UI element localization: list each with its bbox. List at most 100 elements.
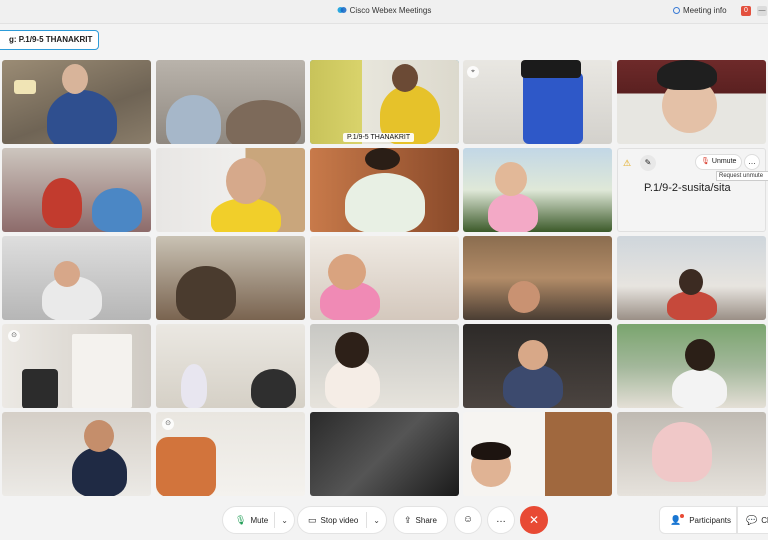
mute-label: Mute xyxy=(250,515,269,525)
video-tile[interactable] xyxy=(156,324,305,408)
participant-figure xyxy=(166,95,221,144)
chevron-down-icon[interactable]: ⌄ xyxy=(367,516,386,525)
participant-figure xyxy=(652,422,712,482)
participant-head xyxy=(226,158,266,204)
chair xyxy=(156,437,216,496)
participant-head xyxy=(495,162,527,196)
participant-head xyxy=(508,281,540,313)
video-tile[interactable] xyxy=(617,60,766,144)
participant-figure xyxy=(226,100,301,144)
share-button[interactable]: ⇪ Share xyxy=(393,506,448,534)
participant-figure xyxy=(181,364,207,408)
video-tile[interactable] xyxy=(617,324,766,408)
video-tile[interactable] xyxy=(617,412,766,496)
participant-figure xyxy=(345,173,425,232)
webex-logo-icon xyxy=(337,7,347,13)
participant-head xyxy=(84,420,114,452)
request-unmute-tooltip: Request unmute xyxy=(716,171,768,181)
participant-head xyxy=(54,261,80,287)
participant-head xyxy=(679,269,703,295)
info-icon xyxy=(673,7,680,14)
unmute-button[interactable]: 🎙 Unmute xyxy=(695,154,743,170)
participant-figure xyxy=(47,90,117,144)
participant-figure xyxy=(176,266,236,320)
pin-icon[interactable]: ⊙ xyxy=(8,330,20,342)
chevron-down-icon[interactable]: ⌄ xyxy=(275,516,294,525)
close-icon: ✕ xyxy=(528,513,540,527)
participant-figure xyxy=(523,72,583,144)
video-tile-no-video[interactable]: ⚠ ✎ 🎙 Unmute … P.1/9-2-susita/sita xyxy=(617,148,766,232)
video-feed xyxy=(310,412,459,496)
edit-icon[interactable]: ✎ xyxy=(640,155,656,171)
share-icon: ⇪ xyxy=(404,514,412,525)
video-tile[interactable] xyxy=(617,236,766,320)
participant-hair xyxy=(657,60,717,90)
chat-label: Ch xyxy=(761,515,768,525)
participant-hair xyxy=(471,442,511,460)
pin-icon[interactable]: ⌖ xyxy=(467,66,479,78)
participants-label: Participants xyxy=(689,515,732,525)
leave-meeting-button[interactable]: ✕ xyxy=(520,506,548,534)
microphone-icon: 🎙 xyxy=(235,514,247,525)
video-tile[interactable]: ⊙ xyxy=(156,412,305,496)
meeting-info-label: Meeting info xyxy=(683,6,727,15)
title-bar: Cisco Webex Meetings Meeting info 0 — xyxy=(0,0,768,24)
participant-head xyxy=(685,339,715,371)
more-options-button[interactable]: … xyxy=(487,506,515,534)
active-speaker-label: g: P.1/9-5 THANAKRIT xyxy=(0,30,100,50)
more-options-button[interactable]: … xyxy=(744,154,760,170)
video-tile[interactable] xyxy=(310,412,459,496)
video-tile[interactable] xyxy=(310,324,459,408)
video-tile[interactable] xyxy=(2,412,151,496)
video-camera-icon: ▭ xyxy=(308,514,317,525)
notification-dot xyxy=(680,514,685,518)
video-tile[interactable] xyxy=(310,236,459,320)
participant-head xyxy=(392,64,418,92)
video-tile[interactable] xyxy=(156,60,305,144)
participant-head xyxy=(328,254,366,290)
participant-figure xyxy=(488,193,538,232)
video-tile[interactable] xyxy=(463,148,612,232)
video-feed xyxy=(463,236,612,320)
chat-icon: 💬 xyxy=(746,514,758,525)
participant-figure xyxy=(667,291,717,320)
meeting-info-button[interactable]: Meeting info xyxy=(673,6,727,15)
participant-figure xyxy=(503,364,563,408)
participant-figure xyxy=(251,369,296,408)
warning-icon: ⚠ xyxy=(623,158,632,168)
video-tile[interactable] xyxy=(2,60,151,144)
mic-muted-icon: 🎙 xyxy=(701,158,710,165)
video-tile[interactable] xyxy=(156,148,305,232)
participant-figure xyxy=(672,369,727,408)
video-tile[interactable] xyxy=(156,236,305,320)
participant-head xyxy=(365,148,400,170)
video-tile[interactable] xyxy=(463,236,612,320)
chat-button[interactable]: 💬 Ch xyxy=(737,506,768,534)
participants-button[interactable]: 👤 Participants xyxy=(659,506,737,534)
app-title-text: Cisco Webex Meetings xyxy=(349,6,432,15)
unmute-label: Unmute xyxy=(711,158,737,165)
video-tile[interactable] xyxy=(463,324,612,408)
video-tile[interactable] xyxy=(310,148,459,232)
background-door xyxy=(72,334,132,408)
participant-figure xyxy=(22,369,58,408)
participant-name-label: P.1/9-5 THANAKRIT xyxy=(343,133,415,142)
reactions-button[interactable]: ☺ xyxy=(454,506,482,534)
app-title: Cisco Webex Meetings xyxy=(0,6,768,15)
mute-button[interactable]: 🎙 Mute ⌄ xyxy=(222,506,295,534)
video-tile[interactable]: ⊙ xyxy=(2,324,151,408)
participant-figure xyxy=(72,447,127,496)
participant-head xyxy=(62,64,88,94)
video-tile[interactable] xyxy=(2,236,151,320)
share-label: Share xyxy=(415,515,437,525)
video-tile[interactable] xyxy=(463,412,612,496)
video-tile[interactable]: ⌖ xyxy=(463,60,612,144)
video-tile[interactable] xyxy=(2,148,151,232)
notification-badge[interactable]: 0 xyxy=(741,6,751,16)
participant-head xyxy=(518,340,548,370)
video-tile-active[interactable]: P.1/9-5 THANAKRIT xyxy=(310,60,459,144)
stop-video-label: Stop video xyxy=(320,515,359,525)
pin-icon[interactable]: ⊙ xyxy=(162,418,174,430)
stop-video-button[interactable]: ▭ Stop video ⌄ xyxy=(297,506,387,534)
window-menu-button[interactable]: — xyxy=(757,6,767,16)
